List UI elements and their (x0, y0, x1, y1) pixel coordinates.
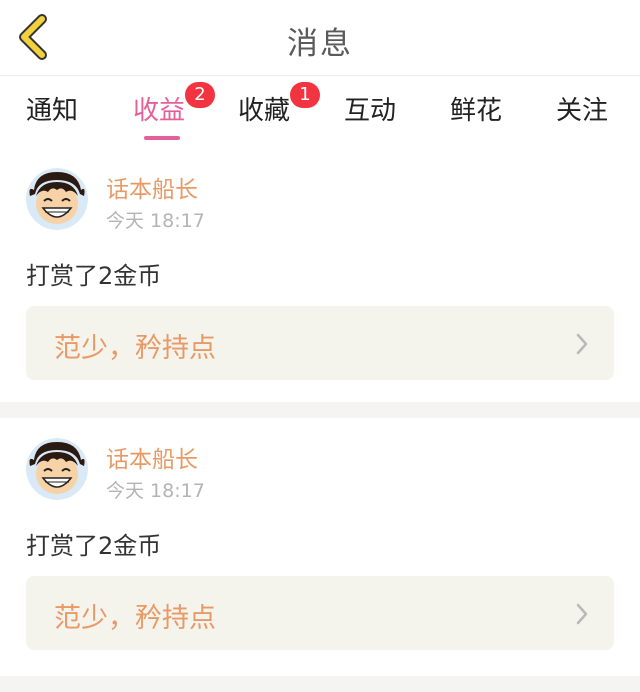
avatar[interactable] (26, 438, 88, 500)
avatar[interactable] (26, 168, 88, 230)
tab-interactions[interactable]: 互动 (344, 90, 396, 146)
message-card: 话本船长 今天 18:17 打赏了2金币 范少，矜持点 (0, 418, 640, 676)
quote-text: 范少，矜持点 (54, 333, 216, 364)
message-text: 打赏了2金币 (26, 532, 162, 560)
timestamp: 今天 18:17 (106, 480, 205, 502)
tab-label: 互动 (344, 96, 397, 126)
separator (0, 402, 640, 418)
header-bar: 消息 (0, 0, 640, 76)
tab-notifications[interactable]: 通知 (26, 90, 78, 146)
username[interactable]: 话本船长 (106, 170, 198, 204)
quote-text: 范少，矜持点 (54, 603, 216, 634)
quoted-content[interactable]: 范少，矜持点 (26, 576, 614, 650)
message-card: 话本船长 今天 18:17 打赏了2金币 范少，矜持点 (0, 148, 640, 406)
unread-badge: 2 (185, 82, 215, 108)
timestamp: 今天 18:17 (106, 210, 205, 232)
tab-label: 收藏 (238, 96, 291, 126)
message-text: 打赏了2金币 (26, 262, 162, 290)
tab-label: 鲜花 (450, 96, 503, 126)
quoted-content[interactable]: 范少，矜持点 (26, 306, 614, 380)
separator (0, 676, 640, 692)
tab-label: 关注 (556, 96, 609, 126)
chevron-right-icon (576, 603, 588, 625)
tab-follows[interactable]: 关注 (556, 90, 608, 146)
tab-label: 收益 (133, 96, 186, 126)
avatar-image (26, 168, 88, 230)
chevron-right-icon (576, 333, 588, 355)
avatar-image (26, 438, 88, 500)
tab-flowers[interactable]: 鲜花 (450, 90, 502, 146)
unread-badge: 1 (290, 82, 320, 108)
active-tab-indicator (144, 136, 180, 140)
username[interactable]: 话本船长 (106, 440, 198, 474)
tab-bar: 通知 收益 2 收藏 1 互动 鲜花 关注 (0, 76, 640, 148)
tab-favorites[interactable]: 收藏 1 (238, 82, 320, 146)
tab-label: 通知 (26, 96, 79, 126)
page-title: 消息 (287, 26, 353, 62)
tab-earnings[interactable]: 收益 2 (133, 82, 215, 146)
